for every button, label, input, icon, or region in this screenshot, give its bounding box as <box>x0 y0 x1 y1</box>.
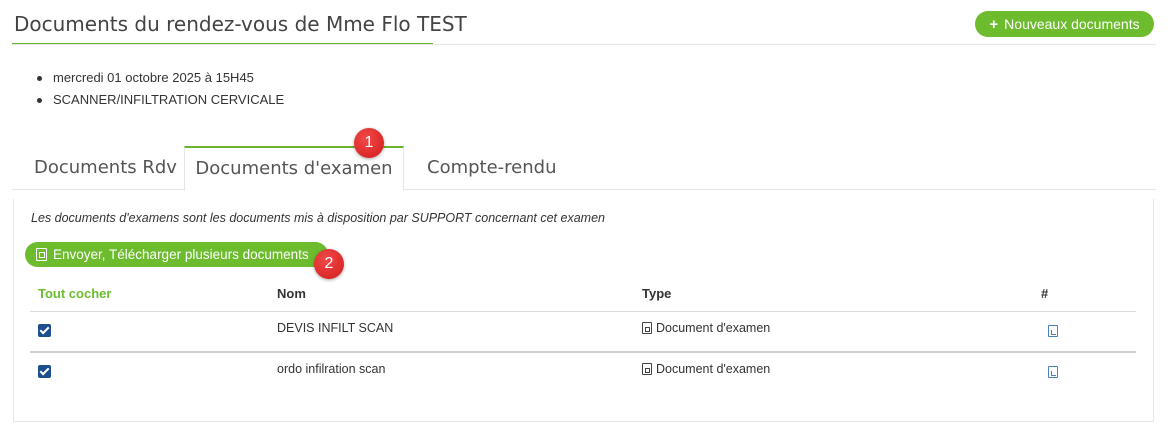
page-title: Documents du rendez-vous de Mme Flo TEST <box>14 12 467 36</box>
row-checkbox[interactable] <box>38 365 51 378</box>
row-type: Document d'examen <box>642 362 770 376</box>
row-checkbox[interactable] <box>38 324 51 337</box>
row-name: DEVIS INFILT SCAN <box>277 321 394 335</box>
row-type-label: Document d'examen <box>656 321 771 335</box>
tab-documents-rdv[interactable]: Documents Rdv <box>34 146 177 190</box>
pdf-file-icon[interactable] <box>1048 366 1058 378</box>
tab-compte-rendu[interactable]: Compte-rendu <box>427 146 557 190</box>
send-download-button[interactable]: Envoyer, Télécharger plusieurs documents <box>25 242 328 267</box>
row-type: Document d'examen <box>642 321 770 335</box>
panel-note: Les documents d'examens sont les documen… <box>31 211 605 225</box>
row-name: ordo infilration scan <box>277 362 386 376</box>
row-type-label: Document d'examen <box>656 362 771 376</box>
document-type-icon <box>642 363 652 375</box>
document-type-icon <box>642 322 652 334</box>
annotation-badge-1: 1 <box>354 128 384 158</box>
send-download-label: Envoyer, Télécharger plusieurs documents <box>53 247 309 262</box>
new-documents-button[interactable]: + Nouveaux documents <box>975 11 1154 37</box>
header-type: Type <box>642 286 672 301</box>
header-name: Nom <box>277 286 306 301</box>
plus-icon: + <box>989 16 999 33</box>
header-check-all[interactable]: Tout cocher <box>38 286 111 301</box>
header-actions: # <box>1041 286 1049 301</box>
appointment-info-list: mercredi 01 octobre 2025 à 15H45 SCANNER… <box>37 68 284 112</box>
appointment-date: mercredi 01 octobre 2025 à 15H45 <box>37 68 284 90</box>
pdf-file-icon[interactable] <box>1048 325 1058 337</box>
new-documents-label: Nouveaux documents <box>1004 16 1140 32</box>
title-divider <box>12 44 1156 45</box>
appointment-exam: SCANNER/INFILTRATION CERVICALE <box>37 90 284 112</box>
row-divider <box>30 351 1136 353</box>
annotation-badge-2: 2 <box>314 249 344 279</box>
row-divider <box>30 311 1136 312</box>
document-icon <box>36 248 47 261</box>
